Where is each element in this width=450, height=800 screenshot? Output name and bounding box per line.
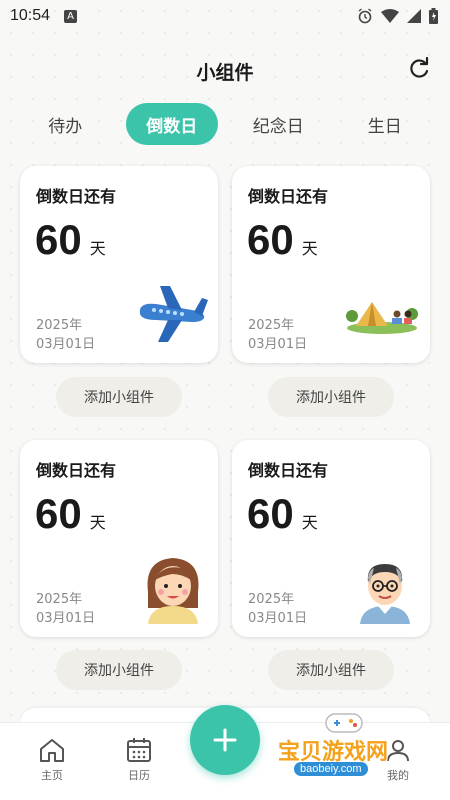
tab-birthday[interactable]: 生日	[339, 103, 431, 145]
accessibility-a-icon: A	[64, 9, 78, 23]
card-count: 60 天	[247, 490, 318, 538]
status-icons	[357, 8, 438, 24]
countdown-widget-card[interactable]: 倒数日还有 60 天 2025年 03月01日	[232, 440, 430, 637]
nav-item-calendar[interactable]: 日历	[109, 737, 169, 783]
card-title: 倒数日还有	[36, 461, 117, 480]
count-unit: 天	[301, 239, 318, 258]
battery-icon	[429, 8, 438, 24]
tab-anniversary[interactable]: 纪念日	[232, 103, 324, 145]
card-title: 倒数日还有	[248, 461, 329, 480]
card-date: 03月01日	[248, 337, 308, 352]
calendar-icon	[127, 738, 151, 762]
page-title: 小组件	[196, 62, 254, 84]
nav-label: 日历	[128, 769, 150, 782]
plus-icon	[213, 728, 237, 752]
card-title: 倒数日还有	[248, 187, 329, 206]
title-bar: 小组件	[0, 52, 450, 88]
card-year: 2025年	[36, 592, 83, 607]
status-bar: 10:54 A	[0, 0, 450, 32]
add-widget-button[interactable]: 添加小组件	[268, 650, 394, 690]
countdown-widget-card[interactable]: 倒数日还有 60 天 2025年 03月01日	[20, 166, 218, 363]
refresh-icon[interactable]	[406, 56, 432, 82]
girl-illustration	[147, 558, 199, 624]
airplane-illustration	[139, 286, 208, 342]
add-widget-button[interactable]: 添加小组件	[268, 377, 394, 417]
count-number: 60	[247, 216, 294, 263]
tab-countdown[interactable]: 倒数日	[125, 103, 218, 145]
card-date: 03月01日	[36, 611, 96, 626]
add-widget-button[interactable]: 添加小组件	[56, 377, 182, 417]
count-unit: 天	[301, 513, 318, 532]
camping-illustration	[346, 302, 418, 334]
tab-bar: 待办 倒数日 纪念日 生日	[0, 103, 450, 145]
count-unit: 天	[89, 513, 106, 532]
gamepad-icon	[325, 713, 363, 733]
card-date: 03月01日	[248, 611, 308, 626]
count-number: 60	[247, 490, 294, 537]
card-year: 2025年	[248, 318, 295, 333]
card-count: 60 天	[247, 216, 318, 264]
card-count: 60 天	[35, 490, 106, 538]
card-year: 2025年	[248, 592, 295, 607]
signal-icon	[407, 9, 421, 23]
card-count: 60 天	[35, 216, 106, 264]
count-number: 60	[35, 216, 82, 263]
old-man-illustration	[360, 564, 410, 624]
alarm-icon	[358, 8, 372, 24]
watermark-url: baobeiy.com	[294, 762, 368, 776]
countdown-widget-card[interactable]: 倒数日还有 60 天 2025年 03月01日	[20, 440, 218, 637]
card-date: 03月01日	[36, 337, 96, 352]
watermark: 宝贝游戏网 baobeiy.com	[272, 708, 422, 792]
countdown-widget-card[interactable]: 倒数日还有 60 天 2025年 03月01日	[232, 166, 430, 363]
count-number: 60	[35, 490, 82, 537]
card-title: 倒数日还有	[36, 187, 117, 206]
card-year: 2025年	[36, 318, 83, 333]
add-fab-button[interactable]	[190, 705, 260, 775]
add-widget-button[interactable]: 添加小组件	[56, 650, 182, 690]
count-unit: 天	[89, 239, 106, 258]
status-time: 10:54	[10, 7, 51, 24]
wifi-icon	[381, 9, 399, 23]
nav-item-home[interactable]: 主页	[22, 737, 82, 783]
nav-label: 主页	[41, 769, 63, 782]
tab-todo[interactable]: 待办	[19, 103, 111, 145]
home-icon	[40, 739, 64, 762]
